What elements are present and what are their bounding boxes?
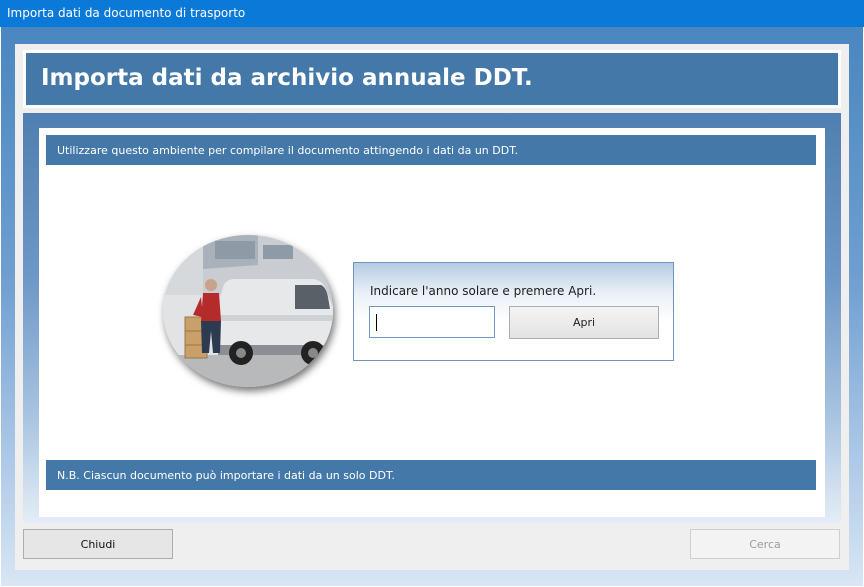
search-button[interactable]: Cerca [690, 529, 840, 559]
content-frame: Utilizzare questo ambiente per compilare… [23, 113, 841, 523]
text-caret [376, 314, 377, 331]
page-title: Importa dati da archivio annuale DDT. [41, 65, 533, 91]
header-banner: Importa dati da archivio annuale DDT. [26, 53, 838, 105]
note-text: N.B. Ciascun documento può importare i d… [57, 469, 395, 482]
info-text: Utilizzare questo ambiente per compilare… [57, 144, 519, 157]
delivery-van-photo [163, 235, 333, 387]
year-input[interactable] [369, 306, 495, 338]
window-title-bar[interactable]: Importa dati da documento di trasporto [0, 0, 864, 27]
open-button[interactable]: Apri [509, 306, 659, 339]
window-title: Importa dati da documento di trasporto [7, 6, 246, 20]
year-prompt-label: Indicare l'anno solare e premere Apri. [370, 284, 597, 298]
header: Importa dati da archivio annuale DDT. [23, 50, 841, 108]
note-bar: N.B. Ciascun documento può importare i d… [46, 460, 816, 490]
info-bar: Utilizzare questo ambiente per compilare… [46, 135, 816, 165]
dialog-panel: Importa dati da archivio annuale DDT. Ut… [15, 44, 849, 570]
window-body: Importa dati da archivio annuale DDT. Ut… [1, 27, 863, 586]
close-button[interactable]: Chiudi [23, 529, 173, 559]
content-area: Utilizzare questo ambiente per compilare… [39, 128, 825, 517]
year-panel: Indicare l'anno solare e premere Apri. A… [353, 262, 674, 361]
